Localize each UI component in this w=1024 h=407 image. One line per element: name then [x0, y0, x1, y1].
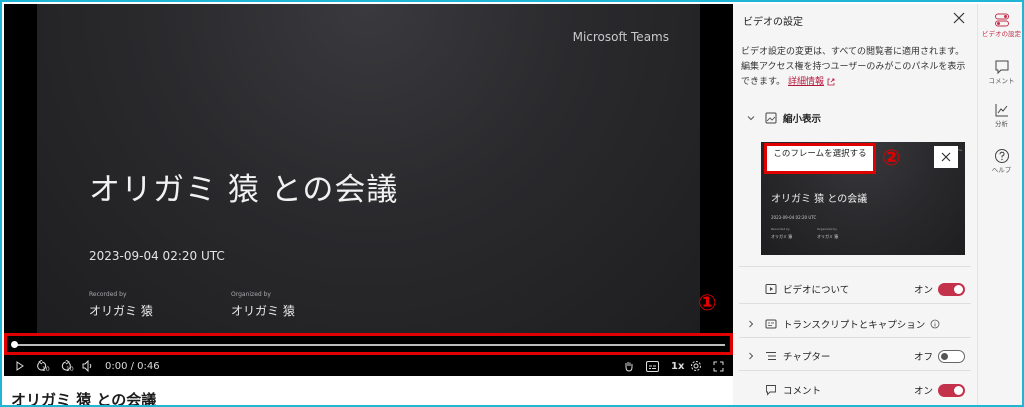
list-icon [766, 352, 776, 360]
rail-video-settings[interactable]: ビデオの設定 [978, 12, 1022, 38]
volume-icon [82, 360, 92, 372]
hand-icon [625, 362, 633, 372]
info-icon[interactable] [930, 319, 940, 329]
rail-video-settings-label: ビデオの設定 [982, 30, 1021, 38]
select-frame-label: このフレームを選択する [773, 149, 867, 159]
player-controls: 10 10 0:00 / 0:46 1x [4, 356, 733, 376]
page-title: オリガミ 猿 との会議 [11, 391, 157, 407]
thumbnail-date: 2023-09-04 02:20 UTC [771, 215, 817, 220]
screenshot-frame: Microsoft Teams オリガミ 猿 との会議 2023-09-04 0… [0, 0, 1024, 407]
comments-label: コメント [783, 386, 822, 397]
comments-toggle[interactable] [938, 384, 965, 397]
seek-knob[interactable] [11, 341, 18, 348]
comments-row: コメント オン [733, 380, 977, 400]
close-icon [941, 152, 951, 162]
divider [739, 370, 971, 371]
about-video-toggle[interactable] [938, 283, 965, 296]
skip-back-seconds: 10 [42, 365, 50, 373]
annotation-marker-1: ① [698, 291, 717, 316]
chart-icon [995, 104, 1008, 117]
rail-comments[interactable]: コメント [978, 59, 1022, 85]
recorded-by-caption: Recorded by [89, 291, 127, 298]
captions-button[interactable] [646, 356, 659, 376]
comments-state: オン [914, 386, 934, 397]
comment-icon [995, 60, 1008, 75]
right-rail: ビデオの設定 コメント 分析 ヘルプ [977, 4, 1022, 405]
thumbnail-recorded-by-name: オリガミ 猿 [771, 234, 793, 239]
rail-help-label: ヘルプ [991, 166, 1012, 174]
select-frame-button[interactable]: このフレームを選択する [764, 143, 876, 174]
rail-analytics-label: 分析 [995, 120, 1008, 128]
transcript-label: トランスクリプトとキャプション [783, 320, 926, 331]
chevron-right-icon [749, 352, 754, 360]
fullscreen-button[interactable] [713, 356, 724, 376]
thumbnail-section-header[interactable]: 縮小表示 [733, 108, 977, 128]
transcript-icon [765, 319, 777, 329]
volume-button[interactable] [82, 356, 94, 376]
captions-icon [646, 360, 659, 372]
reactions-button[interactable] [623, 356, 635, 376]
gear-icon [691, 361, 701, 371]
chevron-down-icon [747, 116, 755, 121]
comment-icon [766, 385, 776, 396]
chapters-label: チャプター [783, 352, 831, 363]
settings-button[interactable] [690, 356, 702, 376]
seek-track[interactable] [15, 344, 725, 346]
playback-speed-button[interactable]: 1x [671, 356, 684, 376]
video-slide-title: オリガミ 猿 との会議 [89, 172, 399, 208]
chapters-state: オフ [914, 352, 934, 363]
skip-back-button[interactable]: 10 [36, 356, 50, 376]
recorded-by-name: オリガミ 猿 [89, 304, 153, 318]
chapters-toggle[interactable] [938, 350, 965, 363]
video-brand: Microsoft Teams [572, 30, 669, 44]
thumbnail-recorded-by-caption: Recorded by [771, 227, 790, 231]
play-button[interactable] [15, 356, 25, 376]
about-video-label: ビデオについて [783, 285, 850, 296]
video-player[interactable]: Microsoft Teams オリガミ 猿 との会議 2023-09-04 0… [4, 4, 733, 376]
thumbnail-section-label: 縮小表示 [783, 114, 822, 125]
divider [739, 303, 971, 304]
about-video-row: ビデオについて オン [733, 279, 977, 299]
video-frame: Microsoft Teams オリガミ 猿 との会議 2023-09-04 0… [37, 4, 700, 334]
close-icon[interactable] [951, 10, 967, 26]
divider [739, 266, 971, 267]
image-icon [765, 112, 777, 124]
video-slide-date: 2023-09-04 02:20 UTC [89, 249, 225, 263]
learn-more-link[interactable]: 詳細情報 [788, 77, 824, 87]
play-icon [16, 361, 24, 371]
external-link-icon [827, 78, 835, 85]
toggles-icon [994, 13, 1009, 27]
rail-help[interactable]: ヘルプ [978, 148, 1022, 174]
skip-forward-button[interactable]: 10 [60, 356, 74, 376]
thumbnail-title: オリガミ 猿 との会議 [771, 194, 868, 205]
transcript-row[interactable]: トランスクリプトとキャプション [733, 314, 977, 334]
rail-analytics[interactable]: 分析 [978, 102, 1022, 128]
panel-description-text: ビデオ設定の変更は、すべての閲覧者に適用されます。編集アクセス権を持つユーザーの… [741, 47, 966, 87]
about-video-state: オン [914, 285, 934, 296]
thumbnail-organized-by-name: オリガミ 猿 [817, 234, 839, 239]
skip-forward-seconds: 10 [66, 365, 74, 373]
time-display: 0:00 / 0:46 [105, 360, 160, 372]
chapters-row[interactable]: チャプター オフ [733, 346, 977, 366]
thumbnail-organized-by-caption: Organized by [817, 227, 837, 231]
divider [739, 337, 971, 338]
panel-description: ビデオ設定の変更は、すべての閲覧者に適用されます。編集アクセス権を持つユーザーの… [741, 45, 966, 90]
annotation-marker-2: ② [882, 146, 901, 171]
thumbnail-close-button[interactable] [934, 146, 958, 168]
organized-by-name: オリガミ 猿 [231, 304, 295, 318]
seek-bar-highlight [4, 333, 733, 355]
panel-title: ビデオの設定 [743, 17, 803, 28]
help-icon [994, 149, 1009, 163]
chevron-right-icon [749, 320, 754, 328]
organized-by-caption: Organized by [231, 291, 271, 298]
rail-comments-label: コメント [988, 77, 1015, 85]
video-icon [765, 284, 777, 294]
fullscreen-icon [713, 361, 724, 371]
video-settings-panel: ビデオの設定 ビデオ設定の変更は、すべての閲覧者に適用されます。編集アクセス権を… [733, 4, 977, 405]
